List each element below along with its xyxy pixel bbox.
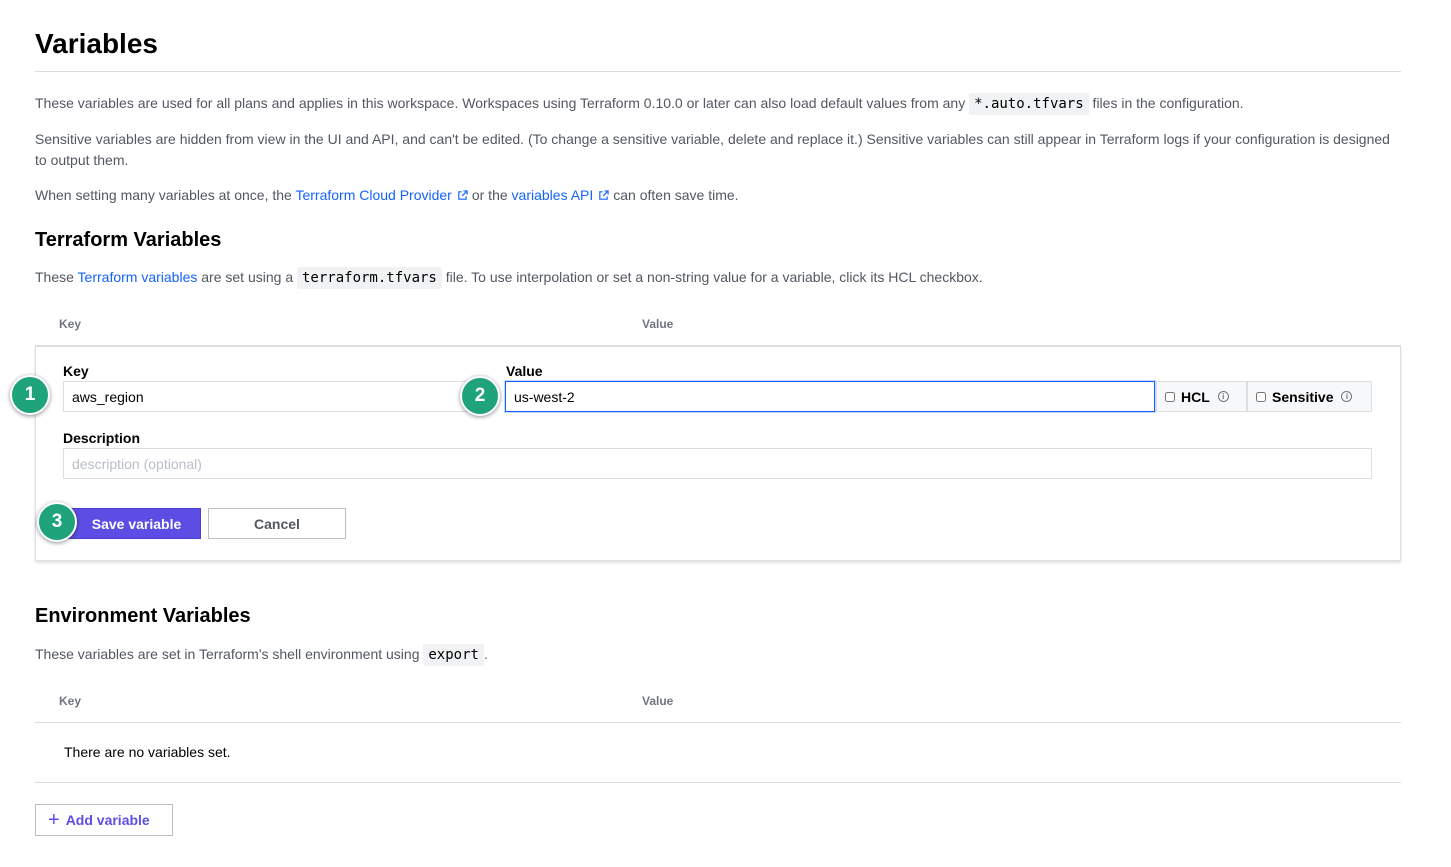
hcl-label: HCL bbox=[1181, 388, 1210, 405]
env-desc-end: . bbox=[483, 646, 488, 662]
terraform-variables-heading: Terraform Variables bbox=[35, 229, 222, 251]
value-label: Value bbox=[506, 363, 543, 379]
sensitive-info-icon[interactable]: i bbox=[1341, 391, 1353, 402]
env-column-key: Key bbox=[59, 694, 82, 708]
tf-desc-mid: are set using a bbox=[197, 269, 297, 285]
sensitive-checkbox[interactable] bbox=[1256, 391, 1266, 402]
api-link-label: variables API bbox=[511, 187, 594, 203]
save-variable-button[interactable]: Save variable bbox=[62, 508, 201, 539]
environment-variables-heading: Environment Variables bbox=[35, 605, 251, 627]
key-input[interactable] bbox=[63, 381, 493, 412]
hcl-info-icon[interactable]: i bbox=[1217, 391, 1229, 402]
env-footer-divider bbox=[35, 782, 1401, 783]
provider-link-label: Terraform Cloud Provider bbox=[295, 187, 452, 203]
description-input[interactable] bbox=[63, 448, 1372, 479]
terraform-cloud-provider-link[interactable]: Terraform Cloud Provider bbox=[295, 187, 471, 203]
intro-1-text-end: files in the configuration. bbox=[1088, 95, 1244, 111]
step-badge-3: 3 bbox=[37, 502, 77, 542]
tf-column-value: Value bbox=[642, 317, 674, 331]
sensitive-checkbox-group: Sensitive i bbox=[1247, 381, 1372, 412]
plus-icon: + bbox=[48, 809, 60, 831]
environment-variables-description: These variables are set in Terraform's s… bbox=[35, 644, 1401, 666]
external-link-icon bbox=[458, 190, 468, 200]
hcl-checkbox-group: HCL i bbox=[1156, 381, 1247, 412]
env-column-value: Value bbox=[642, 694, 674, 708]
title-divider bbox=[35, 71, 1401, 72]
step-badge-1: 1 bbox=[10, 375, 50, 415]
env-desc-text: These variables are set in Terraform's s… bbox=[35, 646, 424, 662]
add-variable-label: Add variable bbox=[65, 812, 150, 828]
export-code: export bbox=[423, 644, 484, 666]
page-title: Variables bbox=[35, 28, 158, 59]
auto-tfvars-code: *.auto.tfvars bbox=[969, 93, 1089, 115]
intro-3-text: When setting many variables at once, the bbox=[35, 187, 296, 203]
intro-paragraph-3: When setting many variables at once, the… bbox=[35, 185, 1401, 206]
sensitive-label: Sensitive bbox=[1272, 388, 1334, 405]
intro-paragraph-2: Sensitive variables are hidden from view… bbox=[35, 131, 1390, 168]
value-input[interactable] bbox=[505, 381, 1155, 412]
tfvars-code: terraform.tfvars bbox=[297, 267, 442, 289]
step-badge-2: 2 bbox=[460, 376, 500, 416]
intro-1-text: These variables are used for all plans a… bbox=[35, 95, 970, 111]
intro-3-mid: or the bbox=[471, 187, 512, 203]
terraform-variables-description: These Terraform variables are set using … bbox=[35, 267, 1401, 289]
terraform-variables-link[interactable]: Terraform variables bbox=[78, 269, 198, 285]
tf-column-key: Key bbox=[59, 317, 82, 331]
variables-api-link[interactable]: variables API bbox=[512, 187, 614, 203]
env-header-divider bbox=[35, 722, 1401, 723]
add-variable-button[interactable]: + Add variable bbox=[35, 804, 173, 836]
hcl-checkbox[interactable] bbox=[1165, 391, 1175, 402]
tf-desc-text: These bbox=[35, 269, 78, 285]
intro-3-text-end: can often save time. bbox=[613, 187, 739, 203]
external-link-icon bbox=[599, 190, 609, 200]
intro-paragraph-1: These variables are used for all plans a… bbox=[35, 93, 1401, 115]
tf-desc-end: file. To use interpolation or set a non-… bbox=[441, 269, 983, 285]
cancel-button[interactable]: Cancel bbox=[208, 508, 346, 539]
key-label: Key bbox=[63, 363, 89, 379]
description-label: Description bbox=[63, 430, 141, 446]
empty-state-message: There are no variables set. bbox=[64, 744, 231, 760]
